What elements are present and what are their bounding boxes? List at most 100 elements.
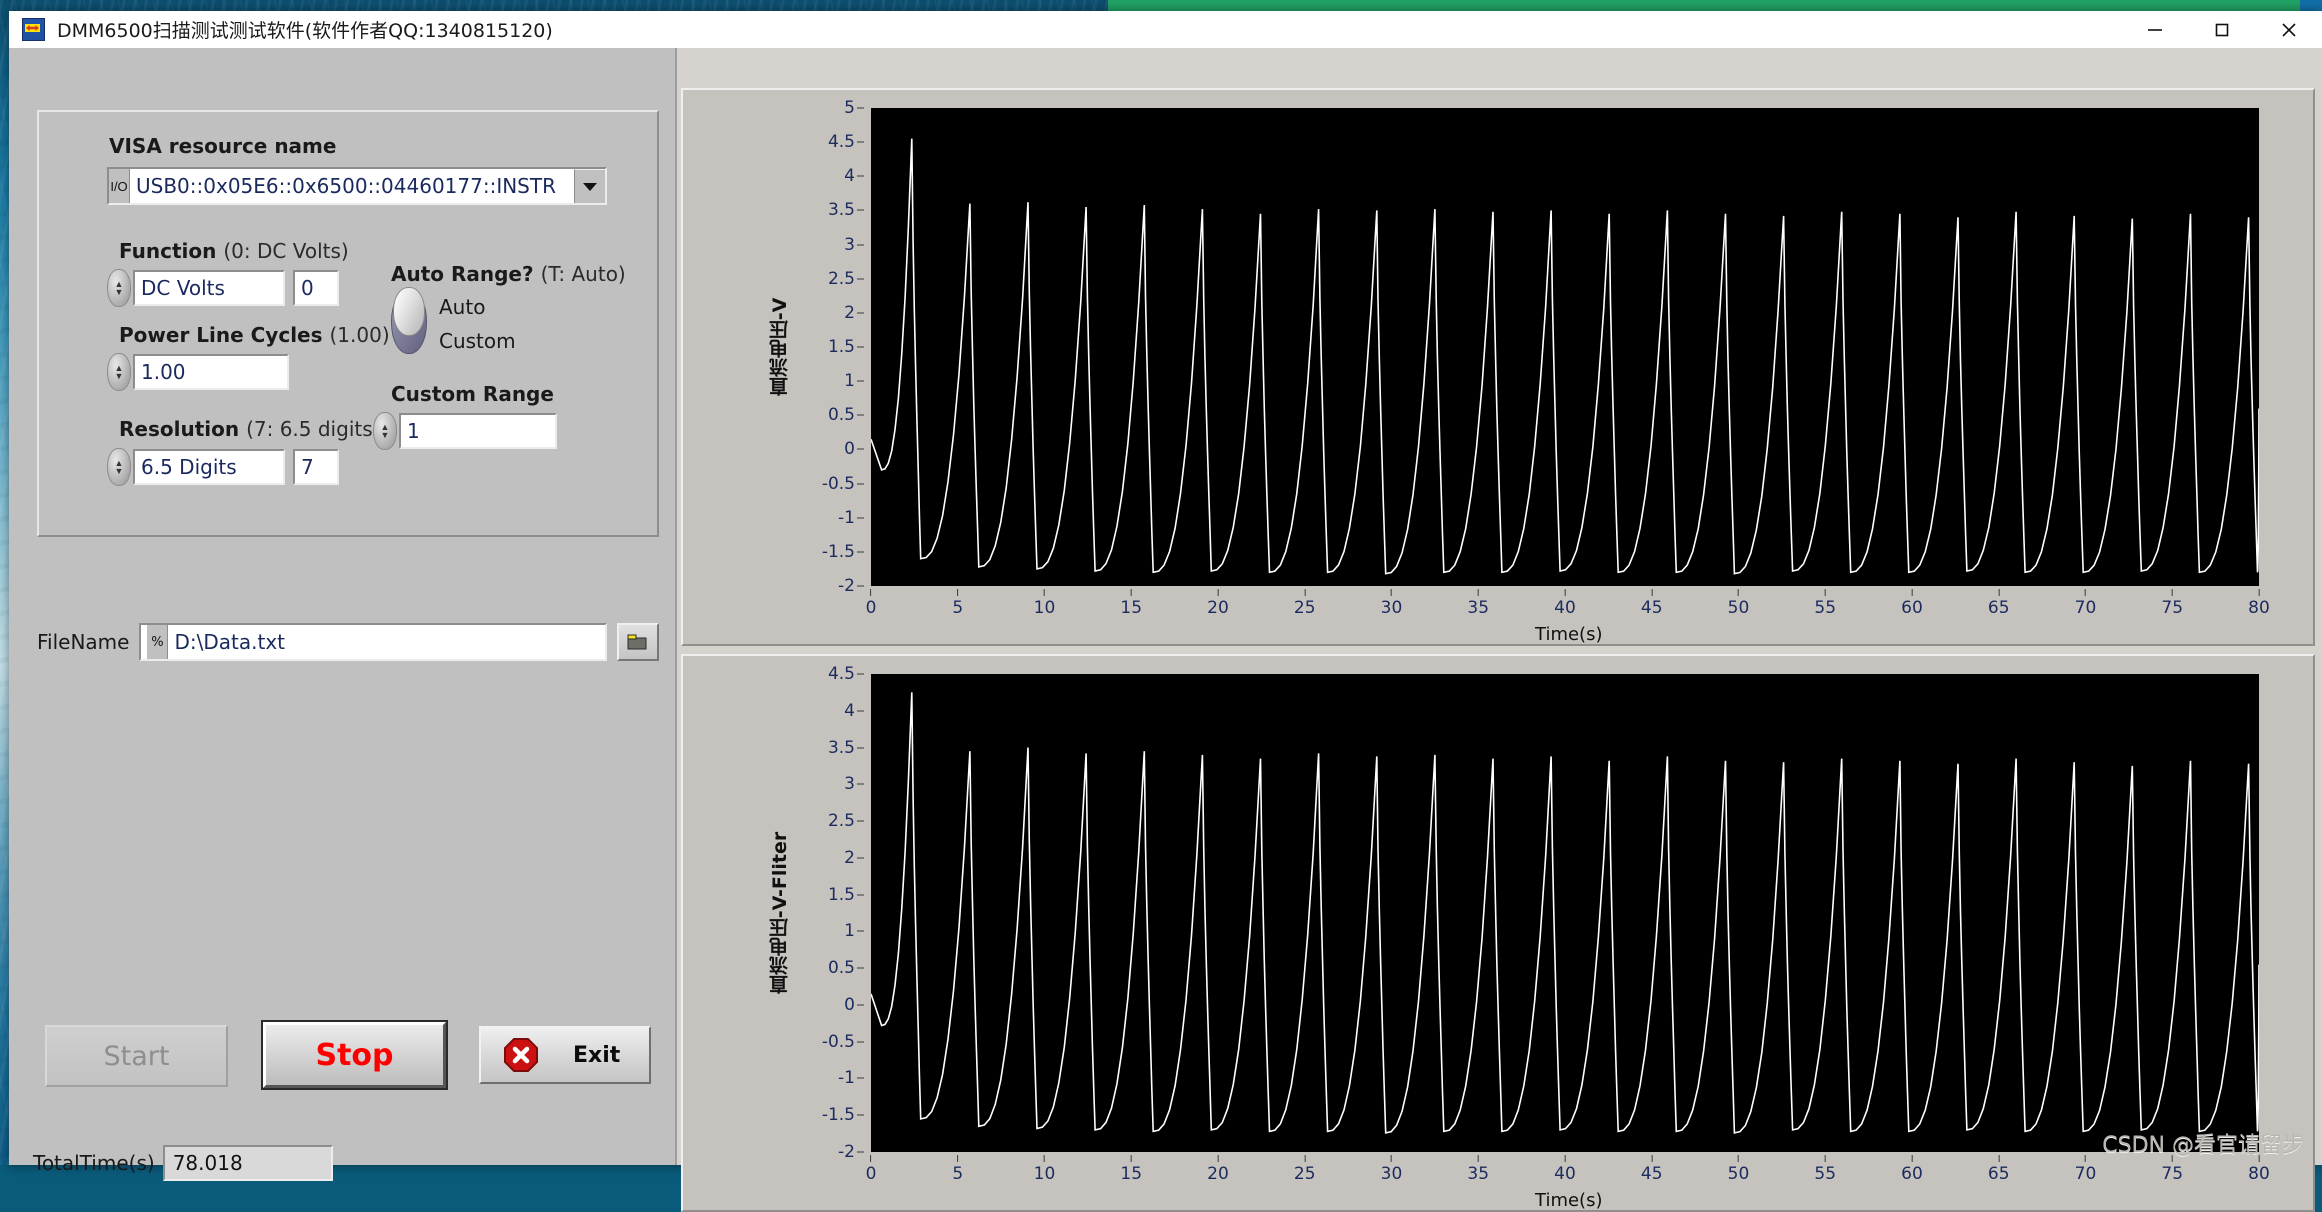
y-tick-mark	[857, 141, 864, 143]
x-tick-mark	[1043, 589, 1045, 596]
function-hint: (0: DC Volts)	[223, 239, 349, 263]
y-axis-tick: -1.5	[822, 542, 864, 562]
total-time-value: 78.018	[162, 1145, 333, 1181]
y-tick-mark	[857, 783, 864, 785]
y-tick-mark	[857, 1077, 864, 1079]
resolution-value[interactable]: 6.5 Digits	[133, 449, 285, 485]
x-tick-mark	[1737, 1155, 1739, 1162]
x-tick-mark	[1824, 589, 1826, 596]
x-tick-mark	[1998, 1155, 2000, 1162]
filename-path-glyph: %	[147, 625, 169, 659]
y-axis-tick: 3.5	[828, 200, 864, 220]
y-tick-mark	[857, 551, 864, 553]
resolution-spinner[interactable]: ▲ ▼	[107, 448, 131, 486]
x-axis-tick: 20	[1207, 1155, 1229, 1184]
y-tick-mark	[857, 1041, 864, 1043]
function-numeric[interactable]: 0	[293, 270, 339, 306]
plc-spinner[interactable]: ▲ ▼	[107, 353, 131, 391]
resolution-label: Resolution (7: 6.5 digits)	[119, 417, 380, 441]
custom-range-control[interactable]: ▲ ▼ 1	[373, 412, 557, 450]
y-axis-tick: 3.5	[828, 738, 864, 758]
x-axis-tick: 60	[1901, 589, 1923, 618]
plc-value[interactable]: 1.00	[133, 354, 289, 390]
y-tick-mark	[857, 1151, 864, 1153]
resolution-numeric[interactable]: 7	[293, 449, 339, 485]
x-axis-tick: 40	[1554, 589, 1576, 618]
x-axis-tick: 65	[1988, 589, 2010, 618]
x-axis-label: Time(s)	[1535, 1190, 1603, 1211]
resolution-control[interactable]: ▲ ▼ 6.5 Digits 7	[107, 448, 339, 486]
window-controls	[2121, 11, 2322, 48]
start-button[interactable]: Start	[45, 1025, 228, 1087]
x-tick-mark	[957, 1155, 959, 1162]
x-axis-tick: 20	[1207, 589, 1229, 618]
x-axis-tick: 50	[1728, 589, 1749, 618]
y-tick-mark	[857, 967, 864, 969]
custom-range-spinner[interactable]: ▲ ▼	[373, 412, 397, 450]
custom-range-value[interactable]: 1	[399, 413, 557, 449]
y-tick-mark	[857, 414, 864, 416]
y-axis-tick: 3	[844, 235, 864, 255]
y-tick-mark	[857, 244, 864, 246]
autorange-option-custom[interactable]: Custom	[439, 329, 516, 353]
y-axis-tick: 4.5	[828, 664, 864, 684]
x-tick-mark	[870, 589, 872, 596]
close-icon[interactable]	[2255, 11, 2322, 48]
x-tick-mark	[957, 589, 959, 596]
stop-button[interactable]: Stop	[261, 1020, 448, 1090]
function-label: Function (0: DC Volts)	[119, 239, 349, 263]
x-tick-mark	[1824, 1155, 1826, 1162]
x-tick-mark	[2084, 1155, 2086, 1162]
plc-control[interactable]: ▲ ▼ 1.00	[107, 353, 289, 391]
filename-input[interactable]: % D:\Data.txt	[139, 623, 608, 661]
y-axis-tick: -0.5	[822, 1032, 864, 1052]
y-tick-mark	[857, 312, 864, 314]
x-axis-tick: 80	[2248, 1155, 2270, 1184]
y-tick-mark	[857, 930, 864, 932]
y-axis-label: 直流电压-V-Fliter	[769, 831, 791, 995]
y-axis-tick: -1.5	[822, 1105, 864, 1125]
x-axis-tick: 60	[1901, 1155, 1923, 1184]
filename-label: FileName	[37, 630, 130, 654]
y-axis-tick: -2	[838, 576, 864, 596]
autorange-option-auto[interactable]: Auto	[439, 295, 485, 319]
autorange-label: Auto Range? (T: Auto)	[391, 262, 626, 286]
waveform-trace	[871, 138, 2259, 575]
y-axis-tick: 1.5	[828, 885, 864, 905]
y-axis-tick: 5	[844, 98, 864, 118]
folder-icon[interactable]	[617, 623, 660, 661]
y-tick-mark	[857, 278, 864, 280]
y-tick-mark	[857, 747, 864, 749]
function-value[interactable]: DC Volts	[133, 270, 285, 306]
autorange-label-text: Auto Range?	[391, 262, 534, 286]
x-tick-mark	[1911, 1155, 1913, 1162]
minimize-icon[interactable]	[2121, 11, 2188, 48]
x-axis-tick: 50	[1728, 1155, 1749, 1184]
y-axis-tick: 2	[844, 848, 864, 868]
y-tick-mark	[857, 1004, 864, 1006]
spinner-down-glyph: ▼	[114, 371, 124, 381]
y-tick-mark	[857, 673, 864, 675]
resolution-label-text: Resolution	[119, 417, 240, 441]
function-control[interactable]: ▲ ▼ DC Volts 0	[107, 269, 339, 307]
x-axis-tick: 10	[1034, 1155, 1055, 1184]
x-tick-mark	[1998, 589, 2000, 596]
x-tick-mark	[1304, 1155, 1306, 1162]
spinner-down-glyph: ▼	[380, 430, 390, 440]
y-tick-mark	[857, 107, 864, 109]
visa-resource-input[interactable]: I/O USB0::0x05E6::0x6500::04460177::INST…	[107, 167, 607, 205]
x-axis-tick: 70	[2075, 1155, 2096, 1184]
y-tick-mark	[857, 380, 864, 382]
x-axis-tick: 75	[2161, 589, 2183, 618]
graph-raw-voltage[interactable]: -2 -1.5 -1 -0.5 0 0.5 1 1.5 2 2.5 3 3.5 4 4.5 5 0 5 10 15 2…	[681, 88, 2315, 646]
graph-filtered-voltage[interactable]: -2 -1.5 -1 -0.5 0 0.5 1 1.5 2 2.5 3 3.5 4 4.5 0 5 10 15 20…	[681, 654, 2315, 1212]
x-tick-mark	[1651, 1155, 1653, 1162]
autorange-toggle[interactable]	[391, 287, 427, 354]
function-spinner[interactable]: ▲ ▼	[107, 269, 131, 307]
exit-button[interactable]: Exit	[479, 1026, 651, 1084]
maximize-icon[interactable]	[2188, 11, 2255, 48]
x-tick-mark	[1390, 589, 1392, 596]
window-body: VISA resource name I/O USB0::0x05E6::0x6…	[9, 48, 2322, 1212]
plc-label: Power Line Cycles (1.00)	[119, 323, 390, 347]
visa-dropdown-arrow[interactable]	[574, 169, 605, 203]
